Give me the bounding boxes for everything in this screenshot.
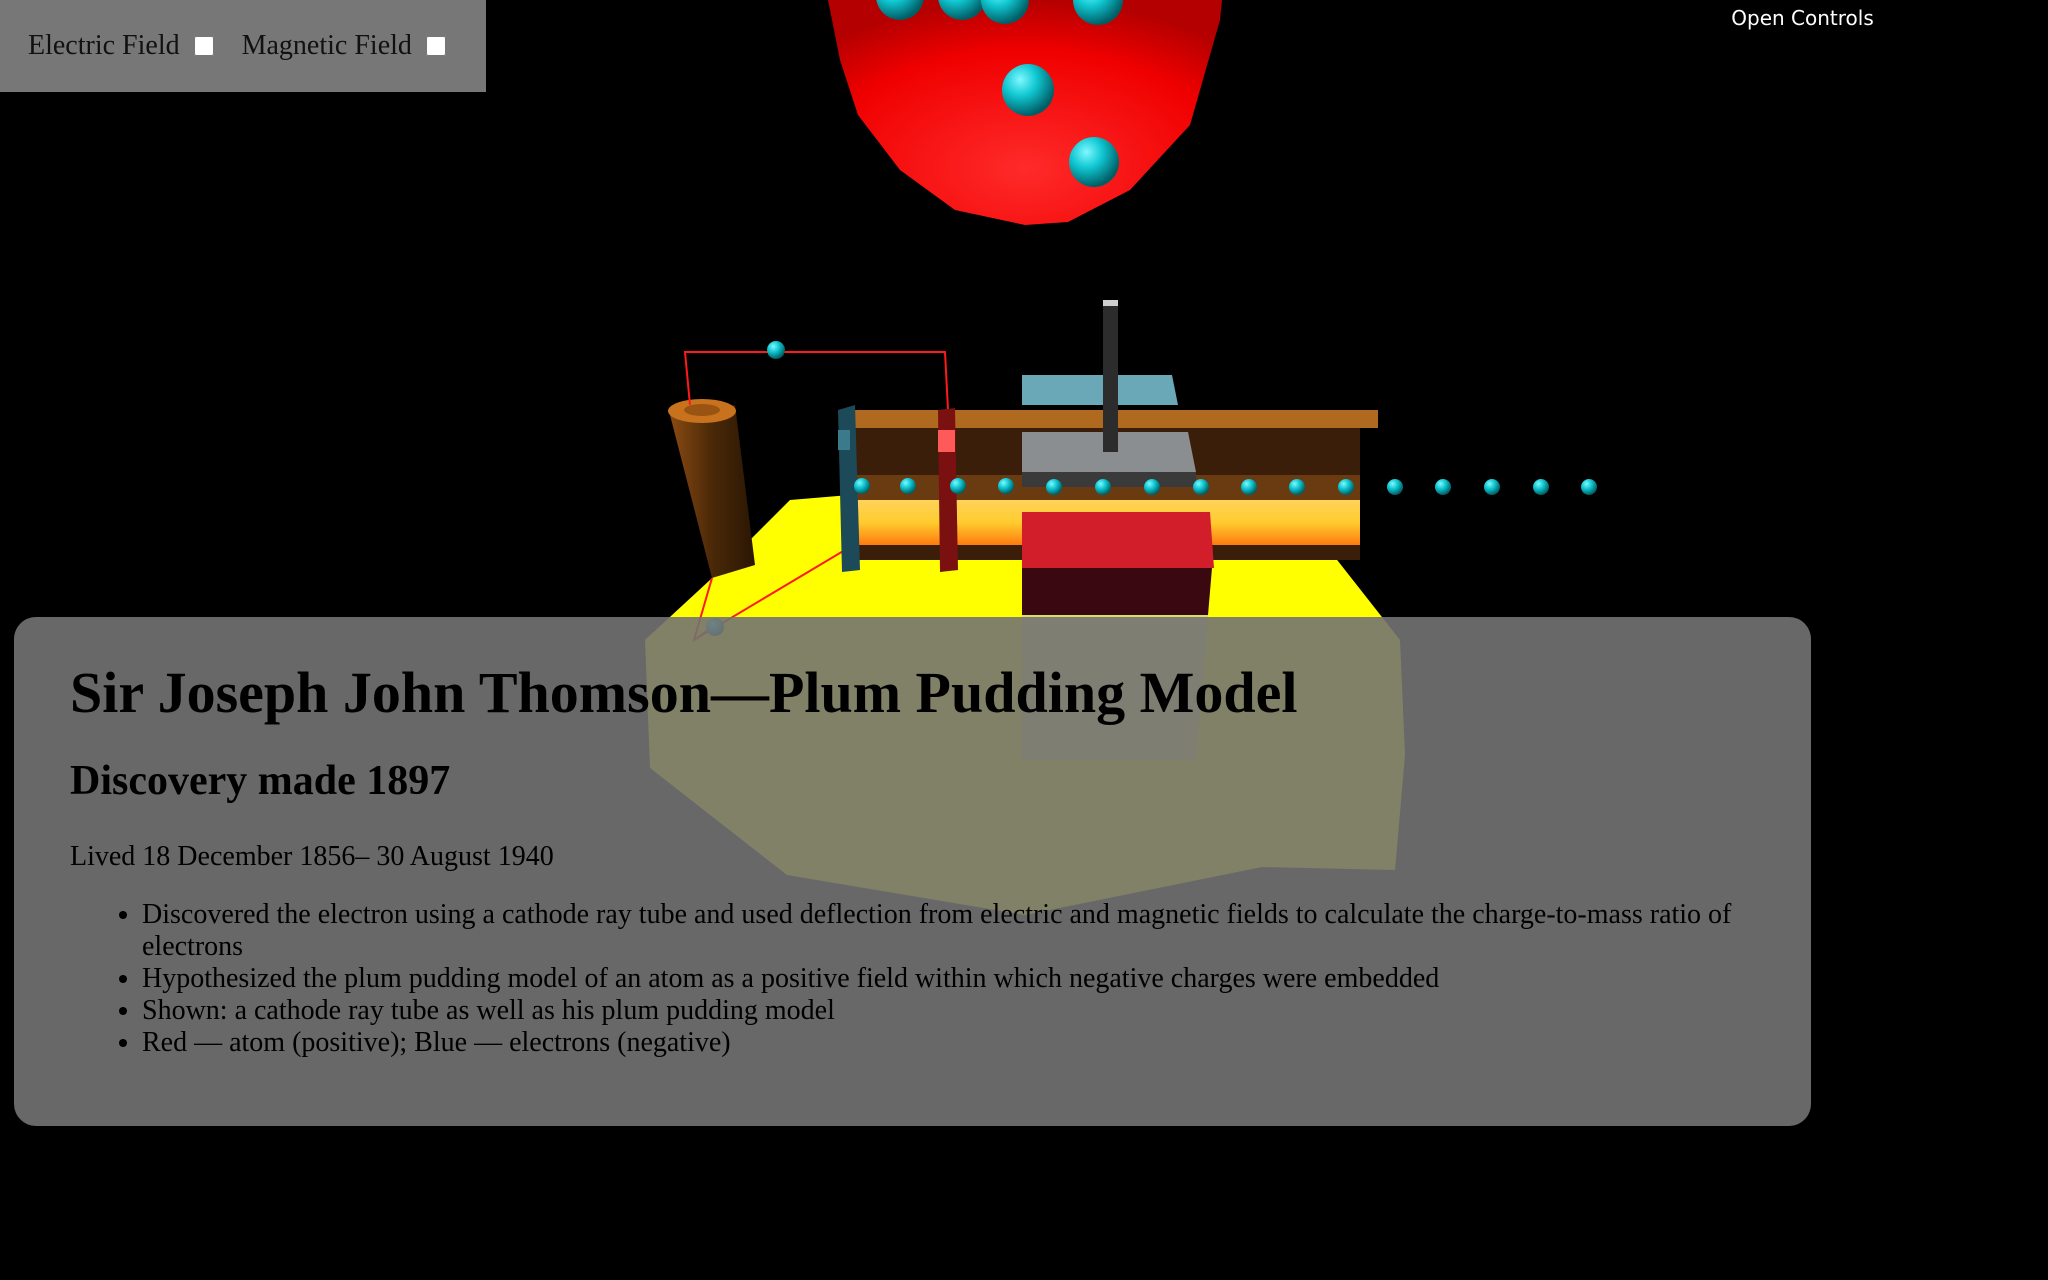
battery-cell bbox=[668, 399, 755, 578]
magnetic-field-label: Magnetic Field bbox=[241, 30, 412, 61]
electric-field-checkbox[interactable] bbox=[193, 36, 214, 56]
info-bullet-list: Discovered the electron using a cathode … bbox=[70, 899, 1755, 1059]
open-controls-button[interactable]: Open Controls bbox=[1700, 6, 1905, 30]
list-item: Shown: a cathode ray tube as well as his… bbox=[142, 995, 1755, 1027]
info-lived: Lived 18 December 1856– 30 August 1940 bbox=[70, 840, 554, 872]
magnetic-field-checkbox[interactable] bbox=[425, 36, 446, 56]
electric-field-toggle[interactable]: Electric Field bbox=[28, 30, 214, 62]
electric-field-label: Electric Field bbox=[28, 30, 180, 61]
wire-electron-top bbox=[767, 341, 785, 359]
info-panel: Sir Joseph John Thomson—Plum Pudding Mod… bbox=[14, 617, 1811, 1126]
info-subtitle: Discovery made 1897 bbox=[70, 757, 451, 804]
list-item: Hypothesized the plum pudding model of a… bbox=[142, 963, 1755, 995]
info-title: Sir Joseph John Thomson—Plum Pudding Mod… bbox=[70, 660, 1298, 725]
magnetic-field-toggle[interactable]: Magnetic Field bbox=[242, 30, 446, 62]
list-item: Red — atom (positive); Blue — electrons … bbox=[142, 1027, 1755, 1059]
plum-pudding-atom bbox=[828, 0, 1222, 225]
list-item: Discovered the electron using a cathode … bbox=[142, 899, 1755, 963]
field-toggle-bar: Electric Field Magnetic Field bbox=[0, 0, 486, 92]
